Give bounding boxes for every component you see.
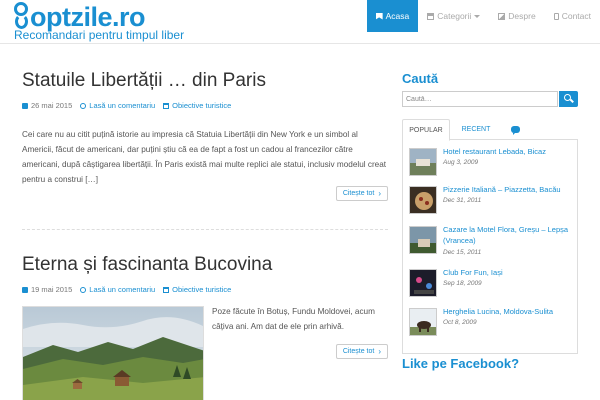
popular-post-title[interactable]: Pizzerie Italiană – Piazzetta, Bacău — [443, 184, 575, 195]
post-date: 19 mai 2015 — [22, 285, 72, 294]
comment-icon — [80, 102, 87, 109]
post-divider — [22, 229, 388, 230]
post-excerpt: Poze făcute în Botuș, Fundu Moldovei, ac… — [212, 307, 375, 331]
popular-post-title[interactable]: Herghelia Lucina, Moldova-Sulita — [443, 306, 575, 317]
category-link[interactable]: Obiective turistice — [163, 101, 231, 110]
post-thumbnail — [409, 186, 437, 214]
logo-text: optzile.ro — [30, 2, 146, 32]
post-title[interactable]: Eterna și fascinanta Bucovina — [22, 254, 388, 276]
post-article: Eterna și fascinanta Bucovina 19 mai 201… — [22, 254, 388, 400]
read-more-button[interactable]: Citește tot › — [335, 186, 388, 201]
post-date: 26 mai 2015 — [22, 101, 72, 110]
post-thumbnail — [409, 148, 437, 176]
post-meta: 19 mai 2015 Lasă un comentariu Obiective… — [22, 285, 388, 294]
comment-icon — [80, 286, 87, 293]
popular-posts-list: Hotel restaurant Lebada, Bicaz Aug 3, 20… — [402, 140, 578, 354]
nav-label: Acasa — [385, 11, 410, 21]
popular-post-date: Aug 3, 2009 — [443, 159, 479, 166]
site-logo[interactable]: optzile.ro Recomandari pentru timpul lib… — [14, 0, 184, 44]
phone-icon — [553, 12, 559, 20]
search-input[interactable] — [402, 91, 558, 107]
read-more-button[interactable]: Citește tot › — [335, 344, 388, 359]
folder-icon — [163, 286, 170, 293]
box-icon — [427, 12, 435, 20]
nav-label: Categorii — [437, 11, 472, 21]
post-thumbnail — [409, 269, 437, 297]
comment-link[interactable]: Lasă un comentariu — [80, 101, 155, 110]
post-thumbnail — [409, 226, 437, 254]
popular-post-date: Sep 18, 2009 — [443, 280, 482, 287]
image-icon — [498, 12, 506, 20]
main-nav: Acasa Categorii Despre Contact — [366, 0, 600, 32]
popular-post-title[interactable]: Hotel restaurant Lebada, Bicaz — [443, 146, 575, 157]
search-heading: Caută — [402, 71, 439, 86]
post-meta: 26 mai 2015 Lasă un comentariu Obiective… — [22, 101, 388, 110]
nav-item-categorii[interactable]: Categorii — [418, 0, 489, 32]
tab-comments[interactable] — [502, 119, 528, 140]
nav-label: Contact — [561, 11, 591, 21]
comment-link[interactable]: Lasă un comentariu — [80, 285, 155, 294]
popular-post-date: Dec 31, 2011 — [443, 197, 482, 204]
header-bar: optzile.ro Recomandari pentru timpul lib… — [0, 0, 600, 44]
comments-icon — [510, 126, 520, 135]
search-button[interactable] — [559, 91, 578, 107]
caret-down-icon — [474, 14, 481, 18]
popular-post-title[interactable]: Club For Fun, Iași — [443, 267, 575, 278]
facebook-heading: Like pe Facebook? — [402, 356, 520, 371]
tab-popular[interactable]: POPULAR — [402, 119, 450, 141]
post-article: Statuile Libertății … din Paris 26 mai 2… — [22, 70, 388, 201]
post-excerpt: Cei care nu au citit puțină istorie au i… — [22, 130, 387, 184]
bucovina-landscape-image — [23, 307, 203, 400]
popular-post-date: Oct 8, 2009 — [443, 319, 477, 326]
tab-recent[interactable]: RECENT — [452, 119, 500, 140]
search-icon — [564, 94, 571, 101]
bookmark-icon — [375, 12, 383, 20]
calendar-icon — [22, 286, 28, 293]
nav-item-acasa[interactable]: Acasa — [366, 0, 419, 32]
post-thumbnail — [409, 308, 437, 336]
sidebar-tabs: POPULAR RECENT — [402, 119, 578, 141]
nav-item-contact[interactable]: Contact — [545, 0, 600, 32]
folder-icon — [163, 102, 170, 109]
site-tagline: Recomandari pentru timpul liber — [14, 28, 185, 42]
post-title[interactable]: Statuile Libertății … din Paris — [22, 70, 388, 92]
category-link[interactable]: Obiective turistice — [163, 285, 231, 294]
calendar-icon — [22, 102, 28, 109]
popular-post-title[interactable]: Cazare la Motel Flora, Greșu – Lepșa (Vr… — [443, 224, 575, 246]
nav-label: Despre — [508, 11, 536, 21]
search-form — [402, 91, 578, 107]
nav-item-despre[interactable]: Despre — [489, 0, 544, 32]
logo-eight-icon — [14, 2, 28, 30]
popular-post-date: Dec 15, 2011 — [443, 249, 482, 256]
chevron-right-icon: › — [378, 347, 381, 356]
post-thumbnail[interactable] — [22, 306, 204, 400]
chevron-right-icon: › — [378, 189, 381, 198]
